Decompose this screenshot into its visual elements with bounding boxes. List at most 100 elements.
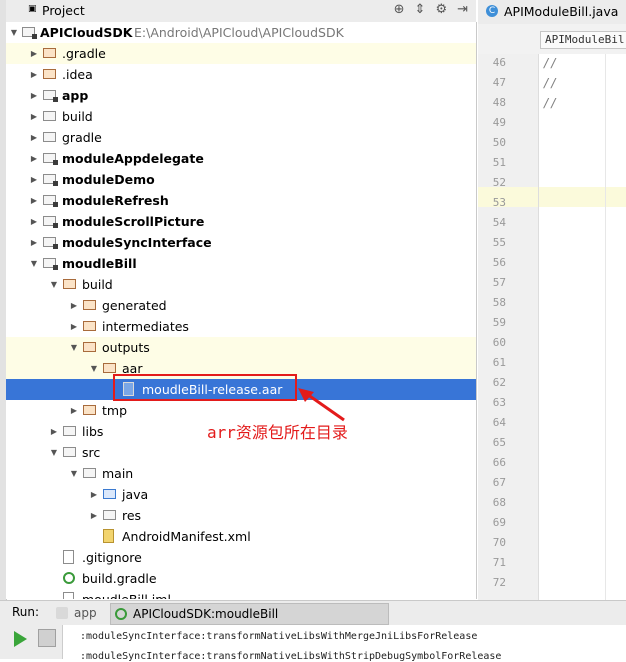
manifest-file-icon [103,529,114,543]
tree-toggle-icon[interactable]: ▼ [29,253,39,274]
tree-item-label: moduleDemo [62,172,155,187]
tree-item[interactable]: .gitignore [6,547,476,568]
project-view-selector[interactable]: Project [42,3,85,18]
code-line: // [543,56,558,70]
tree-item[interactable]: ▶ app [6,85,476,106]
line-number: 65 [492,436,506,449]
line-number: 61 [492,356,506,369]
collapse-icon[interactable]: ⇕ [415,2,426,17]
tree-item[interactable]: ▶ moduleSyncInterface [6,232,476,253]
stop-icon[interactable] [38,629,56,647]
annotation-arrow [298,388,345,422]
run-label: Run: [12,605,40,619]
tree-toggle-icon[interactable]: ▼ [49,442,59,463]
tree-root[interactable]: ▼ APICloudSDK E:\Android\APICloud\APIClo… [6,22,476,43]
line-number: 62 [492,376,506,389]
tree-toggle-icon[interactable]: ▶ [29,169,39,190]
target-icon[interactable]: ⊕ [394,2,405,17]
tree-item[interactable]: build.gradle [6,568,476,589]
tree-item[interactable]: ▶ moduleAppdelegate [6,148,476,169]
project-panel-header: ▣ Project ⊕ ⇕ ⚙ ⇥ [6,0,476,23]
tree-item[interactable]: ▶ generated [6,295,476,316]
tree-item[interactable]: ▶ moduleDemo [6,169,476,190]
line-number: 49 [492,116,506,129]
editor-tab-label[interactable]: APIModuleBill.java [504,4,618,19]
line-number: 70 [492,536,506,549]
tree-toggle-icon[interactable]: ▶ [29,148,39,169]
play-icon[interactable] [14,631,27,647]
tree-item[interactable]: ▼ src [6,442,476,463]
code-area[interactable]: // // // [539,54,626,600]
tree-item-label: res [122,508,142,523]
tree-item[interactable]: ▶ intermediates [6,316,476,337]
line-number: 50 [492,136,506,149]
console-line: :moduleSyncInterface:transformNativeLibs… [80,651,502,662]
code-line: // [543,76,558,90]
folder-icon [63,447,76,457]
tree-item[interactable]: ▶ java [6,484,476,505]
line-number: 64 [492,416,506,429]
tree-item[interactable]: ▶ moduleRefresh [6,190,476,211]
run-tab-assemble[interactable]: APICloudSDK:moudleBill [assembleRelease] [110,603,389,641]
tree-item[interactable]: ▶ tmp [6,400,476,421]
tree-toggle-icon[interactable]: ▶ [69,316,79,337]
tree-item[interactable]: ▼ outputs [6,337,476,358]
tree-item[interactable]: ▶ build [6,106,476,127]
tree-item-label: outputs [102,340,150,355]
tree-item-label: moudleBill.iml [82,589,171,599]
folder-icon [63,279,76,289]
folder-icon [43,195,58,207]
tree-toggle-icon[interactable]: ▶ [29,64,39,85]
folder-icon [63,426,76,436]
tree-toggle-icon[interactable]: ▼ [89,358,99,379]
folder-icon [43,90,58,102]
folder-icon [43,48,56,58]
tree-item[interactable]: ▶ gradle [6,127,476,148]
folder-icon [83,342,96,352]
tree-item[interactable]: moudleBill.iml [6,589,476,599]
editor-tab[interactable]: C APIModuleBill.java [478,0,626,25]
tree-item[interactable]: ▶ .idea [6,64,476,85]
tree-toggle-icon[interactable]: ▶ [89,484,99,505]
tree-toggle-icon[interactable]: ▶ [29,190,39,211]
expanded-arrow-icon[interactable]: ▼ [9,22,19,43]
hide-icon[interactable]: ⇥ [457,2,468,17]
tree-toggle-icon[interactable]: ▼ [69,463,79,484]
folder-icon [43,132,56,142]
tree-toggle-icon[interactable]: ▼ [49,274,59,295]
folder-icon [83,300,96,310]
android-icon [56,607,68,619]
tree-item[interactable]: AndroidManifest.xml [6,526,476,547]
tree-item-label: app [62,88,89,103]
tree-toggle-icon[interactable]: ▶ [49,421,59,442]
line-number: 52 [492,176,506,189]
tree-item[interactable]: ▶ moduleScrollPicture [6,211,476,232]
tree-toggle-icon[interactable]: ▶ [29,232,39,253]
tree-item[interactable]: ▶ res [6,505,476,526]
line-number: 57 [492,276,506,289]
tree-toggle-icon[interactable]: ▶ [29,106,39,127]
tree-toggle-icon[interactable]: ▶ [29,211,39,232]
tree-item[interactable]: ▼ build [6,274,476,295]
tree-item-label: moduleScrollPicture [62,214,205,229]
tree-toggle-icon[interactable]: ▶ [29,127,39,148]
tree-toggle-icon[interactable]: ▶ [69,295,79,316]
folder-icon [43,111,56,121]
tree-item[interactable]: ▶ .gradle [6,43,476,64]
tree-toggle-icon[interactable]: ▶ [29,43,39,64]
project-tree: ▼ APICloudSDK E:\Android\APICloud\APIClo… [6,22,477,599]
current-line-highlight [539,187,626,207]
run-tab-app[interactable]: app [52,603,97,623]
line-number: 66 [492,456,506,469]
tree-toggle-icon[interactable]: ▶ [69,400,79,421]
tree-toggle-icon[interactable]: ▶ [89,505,99,526]
tree-item[interactable]: ▼ main [6,463,476,484]
tree-item-label: moduleRefresh [62,193,169,208]
tree-toggle-icon[interactable]: ▶ [29,85,39,106]
editor-breadcrumb[interactable]: APIModuleBil [540,31,626,49]
tree-item[interactable]: ▼ moudleBill [6,253,476,274]
line-number: 67 [492,476,506,489]
line-number: 63 [492,396,506,409]
gear-icon[interactable]: ⚙ [435,2,447,17]
tree-toggle-icon[interactable]: ▼ [69,337,79,358]
